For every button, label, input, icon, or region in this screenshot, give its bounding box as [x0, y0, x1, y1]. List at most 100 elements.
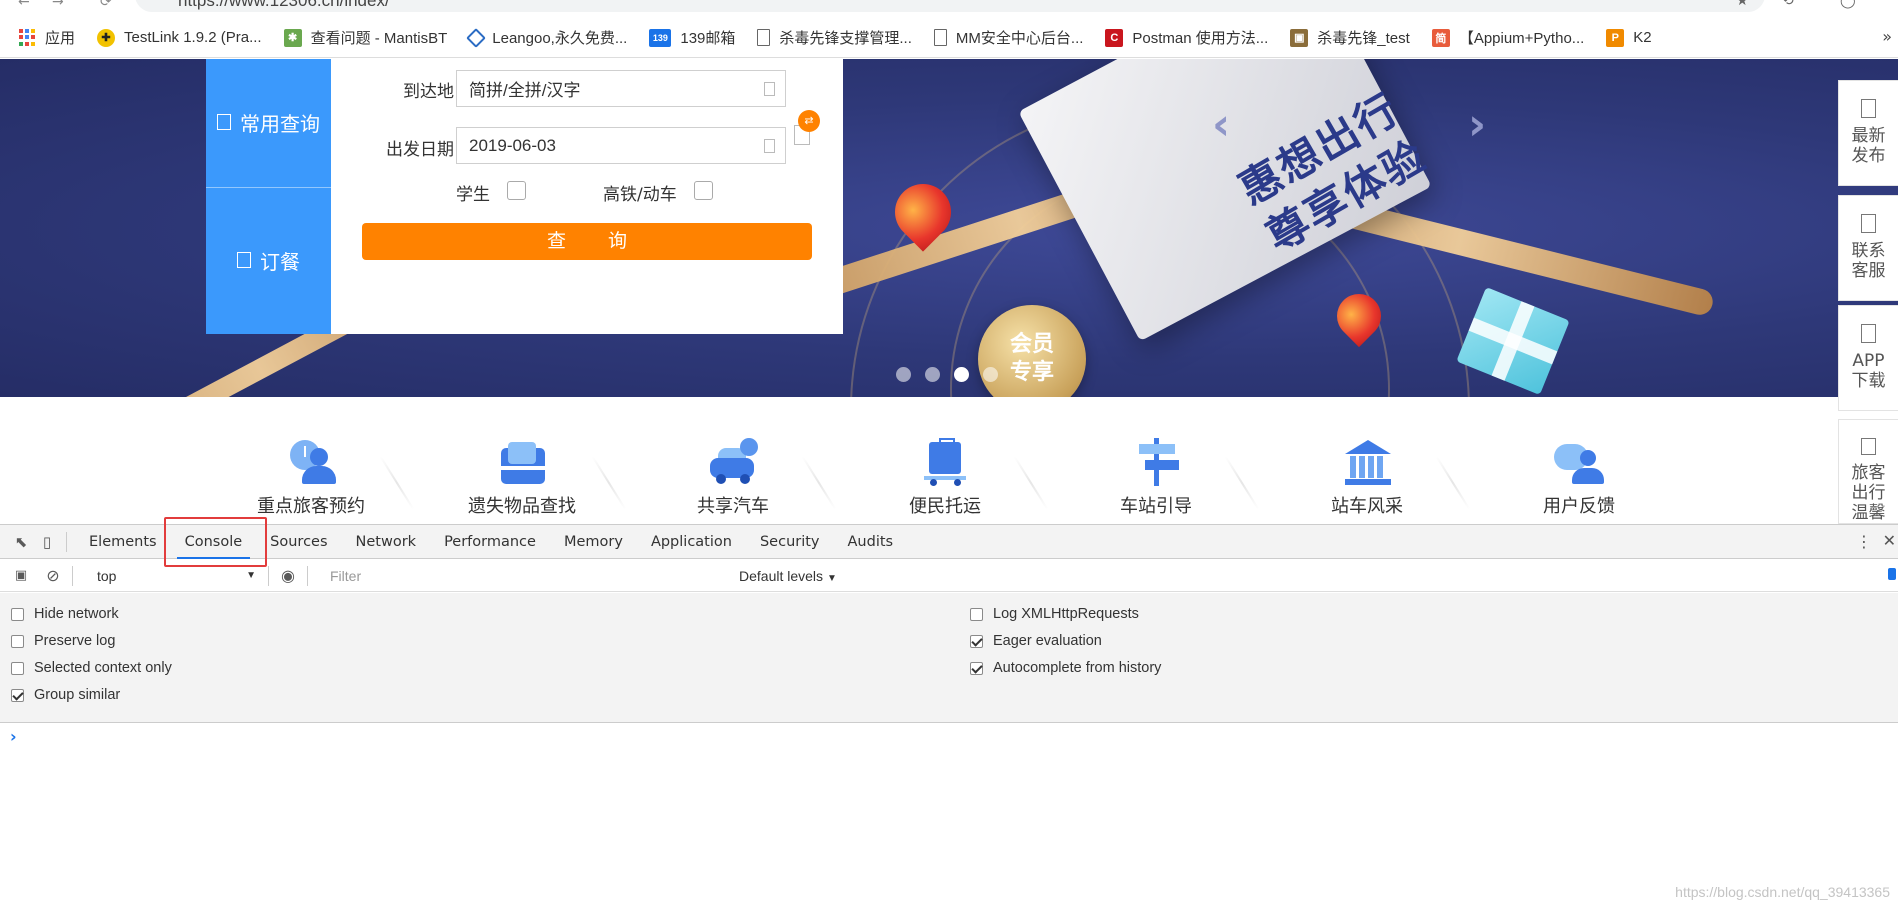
option-hide-network[interactable]: Hide network — [11, 606, 119, 622]
bookmark-item[interactable]: 杀毒先锋支撑管理... — [757, 27, 912, 48]
console-settings-icon[interactable] — [1888, 568, 1896, 580]
bookmark-star-icon[interactable]: ★ — [1736, 0, 1749, 9]
device-toolbar-icon[interactable]: ▯ — [36, 531, 58, 553]
service-station-guide[interactable]: 车站引导 — [1071, 438, 1241, 516]
option-label: Eager evaluation — [993, 633, 1102, 649]
meal-icon — [237, 252, 251, 268]
banner-prev-icon[interactable]: ‹ — [1212, 99, 1230, 150]
bookmark-label: K2 — [1633, 29, 1652, 46]
date-value: 2019-06-03 — [469, 135, 556, 155]
bookmark-item[interactable]: C Postman 使用方法... — [1105, 27, 1268, 48]
translate-icon[interactable]: ⟲ — [1782, 0, 1794, 9]
close-devtools-icon[interactable]: ✕ — [1883, 531, 1896, 550]
service-key-passenger[interactable]: 重点旅客预约 — [226, 438, 396, 516]
tab-console[interactable]: Console — [171, 525, 257, 559]
banner-next-icon[interactable]: › — [1468, 99, 1486, 150]
bookmark-item[interactable]: 简 【Appium+Pytho... — [1431, 27, 1585, 48]
tab-performance[interactable]: Performance — [430, 525, 550, 559]
option-selected-context[interactable]: Selected context only — [11, 660, 172, 676]
service-lost-found[interactable]: 遗失物品查找 — [437, 438, 607, 516]
lost-bag-icon — [497, 438, 547, 486]
devtools-tabbar: ⬉ ▯ Elements Console Sources Network Per… — [0, 525, 1898, 559]
forward-icon[interactable]: → — [52, 0, 64, 10]
bookmark-item[interactable]: P K2 — [1606, 28, 1652, 47]
tab-elements[interactable]: Elements — [75, 525, 171, 559]
bookmark-item[interactable]: 应用 — [18, 27, 75, 48]
option-autocomplete-history[interactable]: Autocomplete from history — [970, 660, 1161, 676]
tab-memory[interactable]: Memory — [550, 525, 637, 559]
feedback-chat-icon — [1554, 438, 1604, 486]
calendar-icon[interactable] — [764, 139, 775, 153]
bookmark-item[interactable]: ✱ 查看问题 - MantisBT — [283, 27, 447, 48]
bookmark-label: Leangoo,永久免费... — [492, 30, 628, 47]
carousel-dot[interactable] — [896, 367, 911, 382]
date-input[interactable]: 2019-06-03 — [456, 127, 786, 164]
inspect-element-icon[interactable]: ⬉ — [10, 531, 32, 553]
log-xhr-checkbox[interactable] — [970, 607, 983, 621]
profile-icon[interactable]: ◯ — [1840, 0, 1856, 9]
console-prompt[interactable]: › — [10, 727, 17, 746]
sidebar-toggle-icon[interactable]: ▣ — [10, 565, 32, 587]
back-icon[interactable]: ← — [18, 0, 30, 10]
option-eager-evaluation[interactable]: Eager evaluation — [970, 633, 1102, 649]
bookmark-label: 【Appium+Pytho... — [1458, 30, 1585, 47]
more-options-icon[interactable]: ⋮ — [1856, 532, 1872, 551]
console-toolbar: ▣ ⊘ top ▼ ◉ Filter Default levels ▼ — [0, 560, 1898, 592]
query-button[interactable]: 查 询 — [362, 223, 812, 260]
service-station-style[interactable]: 站车风采 — [1282, 438, 1452, 516]
option-preserve-log[interactable]: Preserve log — [11, 633, 115, 649]
bookmark-item[interactable]: ▣ 杀毒先锋_test — [1290, 27, 1410, 48]
side-item-tips[interactable]: 旅客出行温馨 — [1838, 419, 1898, 524]
side-item-latest[interactable]: 最新发布 — [1838, 80, 1898, 186]
hide-network-checkbox[interactable] — [11, 607, 24, 621]
bookmark-item[interactable]: ✚ TestLink 1.9.2 (Pra... — [97, 28, 262, 47]
service-shared-car[interactable]: 共享汽车 — [648, 438, 818, 516]
tab-divider — [206, 187, 331, 188]
context-select[interactable]: top ▼ — [95, 565, 260, 587]
tab-common-query[interactable]: 常用查询 — [206, 59, 331, 185]
selected-context-checkbox[interactable] — [11, 661, 24, 675]
address-url[interactable]: https://www.12306.cn/index/ — [178, 0, 390, 11]
tab-meal-order[interactable]: 订餐 — [206, 193, 331, 327]
medal-line: 专享 — [1009, 360, 1054, 385]
tab-application[interactable]: Application — [637, 525, 746, 559]
log-levels-dropdown[interactable]: Default levels ▼ — [739, 568, 837, 584]
side-item-support[interactable]: 联系客服 — [1838, 195, 1898, 301]
option-log-xhr[interactable]: Log XMLHttpRequests — [970, 606, 1139, 622]
tab-sources[interactable]: Sources — [256, 525, 341, 559]
highspeed-checkbox[interactable] — [694, 181, 713, 200]
bookmark-label: 139邮箱 — [680, 30, 736, 47]
clear-console-icon[interactable]: ⊘ — [42, 565, 64, 587]
bookmark-item[interactable]: MM安全中心后台... — [933, 27, 1083, 48]
eager-evaluation-checkbox[interactable] — [970, 634, 983, 648]
image-icon: ▣ — [1290, 28, 1309, 47]
preserve-log-checkbox[interactable] — [11, 634, 24, 648]
group-similar-checkbox[interactable] — [11, 688, 24, 702]
tab-security[interactable]: Security — [746, 525, 834, 559]
bookmarks-overflow-icon[interactable]: » — [1882, 27, 1892, 46]
service-feedback[interactable]: 用户反馈 — [1494, 438, 1664, 516]
live-expression-eye-icon[interactable]: ◉ — [277, 565, 299, 587]
service-shipping[interactable]: 便民托运 — [860, 438, 1030, 516]
carousel-dot[interactable] — [983, 367, 998, 382]
query-icon — [217, 114, 231, 130]
toolbar-divider — [66, 531, 67, 552]
autocomplete-history-checkbox[interactable] — [970, 661, 983, 675]
student-checkbox[interactable] — [507, 181, 526, 200]
carousel-dot[interactable] — [925, 367, 940, 382]
console-settings-pane: Hide network Preserve log Selected conte… — [0, 593, 1898, 723]
option-label: Preserve log — [34, 633, 116, 649]
side-item-app[interactable]: APP下载 — [1838, 305, 1898, 411]
carousel-dot-active[interactable] — [954, 367, 969, 382]
passenger-clock-icon — [286, 438, 336, 486]
arrival-input[interactable]: 简拼/全拼/汉字 — [456, 70, 786, 107]
panel-tabs: 常用查询 订餐 — [206, 59, 331, 334]
reload-icon[interactable]: ⟳ — [100, 0, 112, 10]
tab-network[interactable]: Network — [342, 525, 431, 559]
filter-input[interactable]: Filter — [326, 564, 731, 587]
bookmark-item[interactable]: Leangoo,永久免费... — [466, 27, 628, 48]
tab-audits[interactable]: Audits — [834, 525, 908, 559]
option-group-similar[interactable]: Group similar — [11, 687, 120, 703]
bookmark-item[interactable]: 139 139邮箱 — [649, 27, 735, 48]
city-picker-icon[interactable] — [764, 82, 775, 96]
